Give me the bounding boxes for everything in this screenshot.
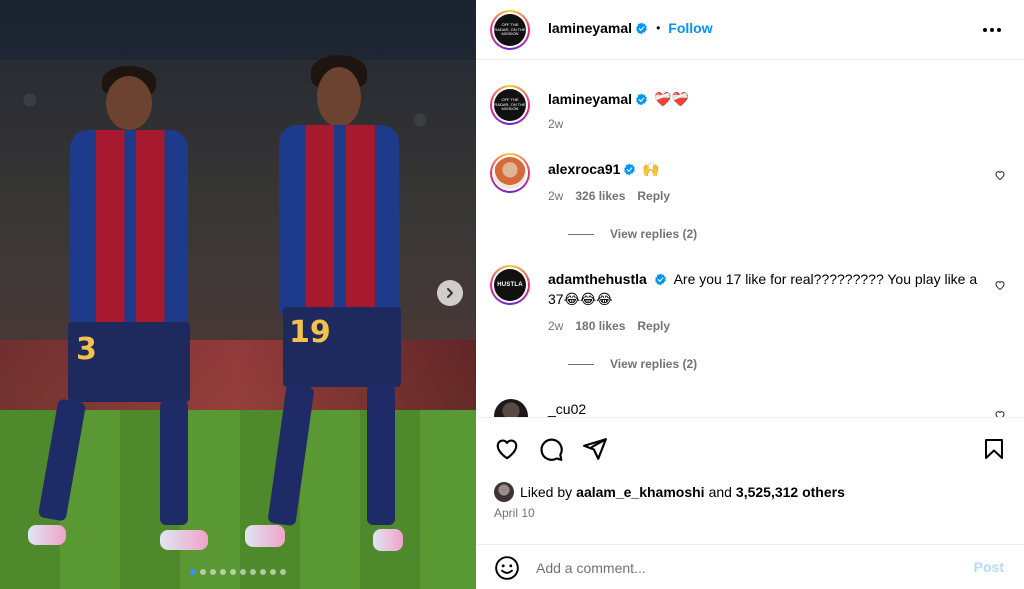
carousel-indicator bbox=[190, 569, 286, 575]
comment-bubble-icon bbox=[540, 438, 563, 461]
reply-button[interactable]: Reply bbox=[637, 319, 670, 333]
player-number: 19 bbox=[289, 315, 331, 350]
carousel-dot bbox=[240, 569, 246, 575]
post-date: April 10 bbox=[494, 506, 535, 520]
verified-badge-icon bbox=[636, 93, 647, 105]
comment-item: HUSTLA adamthehustla Are you 17 like for… bbox=[476, 257, 1024, 377]
carousel-dot bbox=[230, 569, 236, 575]
chevron-right-icon bbox=[447, 288, 453, 298]
player-number: 3 bbox=[76, 332, 97, 367]
comment-item: alexroca91 🙌 2w 326 likes Reply View rep… bbox=[476, 145, 1024, 245]
verified-badge-icon bbox=[624, 163, 636, 175]
comment-time: 2w bbox=[548, 189, 564, 203]
carousel-dot bbox=[250, 569, 256, 575]
post-side-panel: OFF THE RADAR, ON THE MISSION lamineyama… bbox=[476, 0, 1024, 589]
carousel-dot bbox=[190, 569, 196, 575]
comment-like-heart-icon[interactable] bbox=[994, 279, 1006, 291]
share-button[interactable] bbox=[582, 436, 608, 467]
commenter-avatar[interactable] bbox=[490, 153, 530, 193]
carousel-dot bbox=[200, 569, 206, 575]
commenter-avatar[interactable]: HUSTLA bbox=[490, 265, 530, 305]
carousel-dot bbox=[270, 569, 276, 575]
caption: OFF THE RADAR, ON THE MISSION lamineyama… bbox=[476, 61, 1024, 141]
follow-button[interactable]: Follow bbox=[668, 20, 712, 36]
liked-by-prefix: Liked by bbox=[520, 484, 573, 500]
reply-button[interactable]: Reply bbox=[637, 189, 670, 203]
comment-time: 2w bbox=[548, 319, 564, 333]
header-separator: • bbox=[656, 21, 661, 35]
next-photo-button[interactable] bbox=[437, 280, 463, 306]
comments-list[interactable]: OFF THE RADAR, ON THE MISSION lamineyama… bbox=[476, 61, 1024, 417]
comment-button[interactable] bbox=[538, 436, 564, 467]
more-options-button[interactable] bbox=[980, 20, 1004, 40]
comment-like-heart-icon[interactable] bbox=[994, 169, 1006, 181]
carousel-dot bbox=[220, 569, 226, 575]
player-right: 19 bbox=[245, 55, 425, 565]
verified-badge-icon bbox=[654, 273, 666, 286]
liker-avatar[interactable] bbox=[494, 482, 514, 502]
bookmark-icon bbox=[985, 439, 1003, 459]
comment-like-heart-icon[interactable] bbox=[994, 409, 1006, 417]
liked-by-and: and bbox=[708, 484, 732, 500]
commenter-avatar[interactable] bbox=[494, 399, 528, 417]
comment-text: 🙌 bbox=[642, 161, 660, 177]
emoji-button[interactable] bbox=[494, 555, 520, 586]
comment-item: _cu02 bbox=[476, 397, 1024, 417]
liked-by-count[interactable]: 3,525,312 others bbox=[736, 484, 845, 500]
comment-likes[interactable]: 326 likes bbox=[575, 189, 625, 203]
comment-likes[interactable]: 180 likes bbox=[575, 319, 625, 333]
author-avatar[interactable]: OFF THE RADAR, ON THE MISSION bbox=[490, 85, 530, 125]
caption-time: 2w bbox=[548, 117, 564, 131]
send-icon bbox=[583, 438, 607, 460]
post-actions: Liked by aalam_e_khamoshi and 3,525,312 … bbox=[476, 417, 1024, 587]
smiley-icon bbox=[495, 556, 519, 580]
like-button[interactable] bbox=[494, 436, 520, 467]
author-avatar[interactable]: OFF THE RADAR, ON THE MISSION bbox=[490, 10, 530, 50]
comment-username[interactable]: alexroca91 bbox=[548, 161, 620, 177]
author-username[interactable]: lamineyamal bbox=[548, 20, 632, 36]
caption-text: ❤️‍🩹❤️‍🩹 bbox=[654, 91, 689, 107]
player-left: 3 bbox=[28, 60, 220, 560]
add-comment-bar: Post bbox=[476, 544, 1024, 589]
verified-badge-icon bbox=[636, 22, 647, 34]
add-comment-input[interactable] bbox=[536, 557, 936, 579]
likes-summary: Liked by aalam_e_khamoshi and 3,525,312 … bbox=[494, 482, 845, 502]
carousel-dot bbox=[260, 569, 266, 575]
comment-username[interactable]: _cu02 bbox=[548, 401, 586, 417]
view-replies-button[interactable]: View replies (2) bbox=[568, 357, 697, 371]
carousel-dot bbox=[280, 569, 286, 575]
heart-icon bbox=[496, 439, 518, 460]
post-header: OFF THE RADAR, ON THE MISSION lamineyama… bbox=[476, 0, 1024, 60]
liked-by-user[interactable]: aalam_e_khamoshi bbox=[576, 484, 704, 500]
carousel-dot bbox=[210, 569, 216, 575]
more-horizontal-icon bbox=[983, 28, 1001, 32]
save-button[interactable] bbox=[982, 436, 1006, 467]
caption-username[interactable]: lamineyamal bbox=[548, 91, 632, 107]
comment-username[interactable]: adamthehustla bbox=[548, 271, 647, 287]
view-replies-button[interactable]: View replies (2) bbox=[568, 227, 697, 241]
post-comment-button[interactable]: Post bbox=[974, 559, 1004, 575]
post-photo[interactable]: 3 19 bbox=[0, 0, 476, 589]
